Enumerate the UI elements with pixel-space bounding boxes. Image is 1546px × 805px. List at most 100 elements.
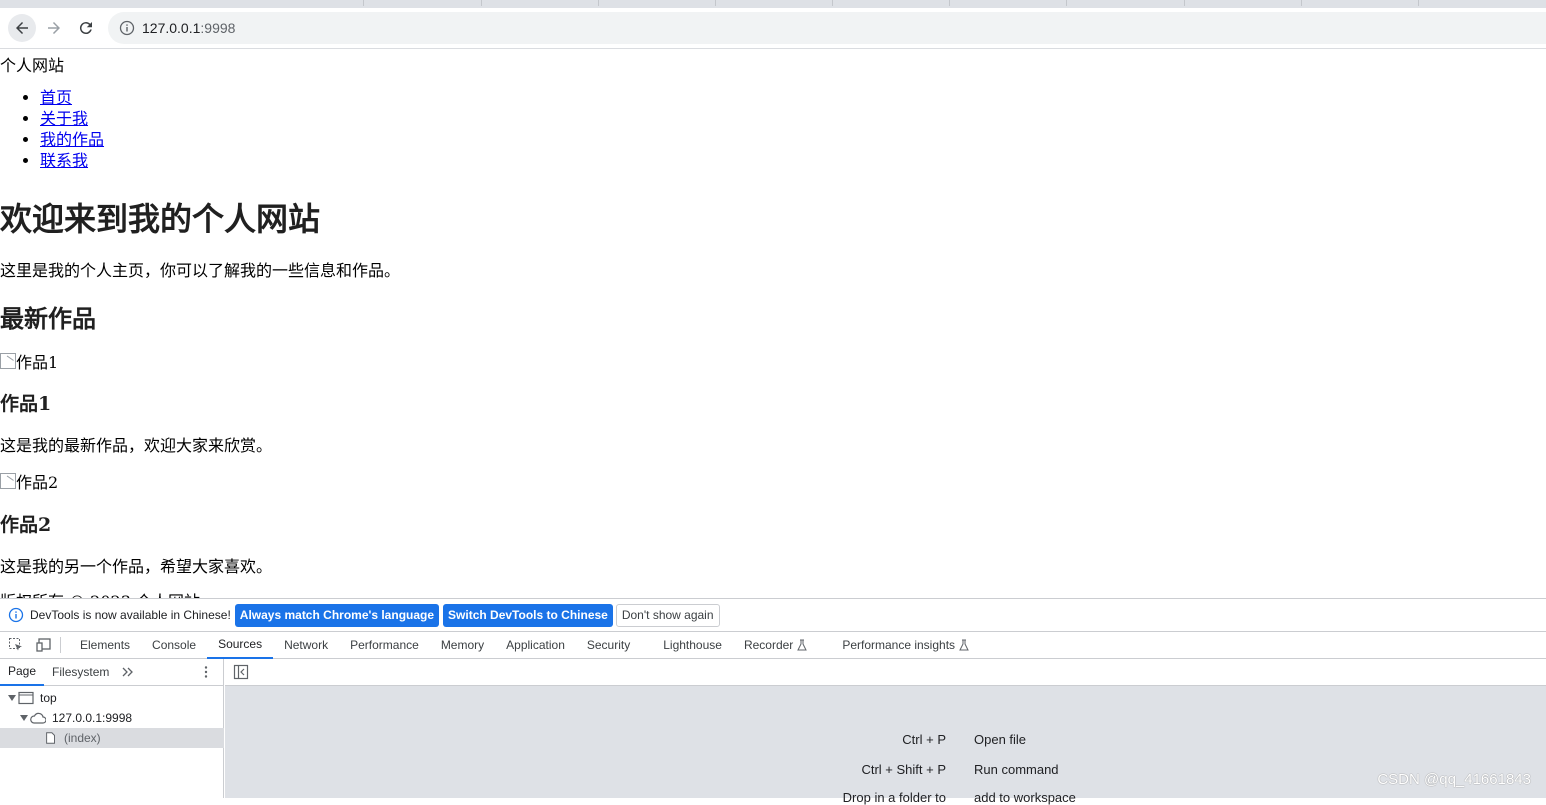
address-bar[interactable]: 127.0.0.1:9998 [108, 12, 1546, 44]
nav-link-about[interactable]: 关于我 [40, 109, 88, 128]
shortcut-key: Ctrl + P [902, 732, 946, 747]
reload-icon [79, 22, 92, 35]
tab-strip [0, 0, 1546, 8]
work-image-1: 作品1 [0, 349, 58, 373]
frame-icon [18, 691, 34, 705]
tab-recorder-label: Recorder [743, 638, 794, 652]
sources-navigator: Page Filesystem top 127.0.0.1:9998 (inde… [0, 659, 224, 798]
broken-image-icon [0, 353, 16, 369]
tab-memory[interactable]: Memory [430, 632, 495, 659]
navigator-tab-filesystem[interactable]: Filesystem [44, 659, 117, 686]
site-title: 个人网站 [0, 56, 65, 75]
site-info-icon[interactable] [119, 20, 135, 36]
tab-security[interactable]: Security [576, 632, 652, 659]
shortcut-key: Ctrl + Shift + P [861, 762, 946, 777]
tab-divider [832, 0, 833, 6]
nav-item: 联系我 [40, 150, 104, 171]
always-match-language-button[interactable]: Always match Chrome's language [234, 603, 440, 627]
nav-link-contact[interactable]: 联系我 [40, 151, 88, 170]
infobar-message: DevTools is now available in Chinese! [30, 608, 231, 622]
nav-item: 首页 [40, 87, 104, 108]
work-desc-1: 这是我的最新作品，欢迎大家来欣赏。 [0, 436, 273, 455]
url-port: :9998 [200, 20, 236, 36]
nav-item: 关于我 [40, 108, 104, 129]
tab-divider [1418, 0, 1419, 6]
tab-divider [1066, 0, 1067, 6]
watermark: CSDN @qq_41661843 [1377, 771, 1531, 788]
devtools-panel: DevTools is now available in Chinese! Al… [0, 598, 1546, 805]
work-image-alt: 作品2 [16, 473, 59, 492]
nav-link-works[interactable]: 我的作品 [40, 130, 104, 149]
section-title: 最新作品 [0, 304, 96, 333]
nav-link-home[interactable]: 首页 [40, 88, 72, 107]
tree-label: top [40, 691, 57, 705]
browser-toolbar: 127.0.0.1:9998 [0, 8, 1546, 49]
arrow-right-icon [48, 22, 60, 34]
tab-divider [598, 0, 599, 6]
tree-node-top[interactable]: top [0, 688, 224, 708]
inspect-element-icon[interactable] [8, 637, 24, 653]
toggle-navigator-icon[interactable] [233, 664, 249, 680]
experiment-flask-icon [797, 639, 808, 651]
switch-to-chinese-button[interactable]: Switch DevTools to Chinese [443, 603, 613, 627]
tab-divider [1184, 0, 1185, 6]
expand-triangle-icon[interactable] [8, 694, 16, 702]
tab-sources[interactable]: Sources [207, 632, 274, 659]
work-image-2: 作品2 [0, 469, 58, 493]
tab-performance[interactable]: Performance [339, 632, 430, 659]
experiment-flask-icon [959, 639, 969, 651]
work-image-alt: 作品1 [16, 353, 59, 372]
dont-show-again-button[interactable]: Don't show again [615, 603, 720, 627]
info-icon [8, 607, 24, 623]
tab-network[interactable]: Network [273, 632, 339, 659]
editor-toolbar [225, 659, 1546, 686]
tree-node-index[interactable]: (index) [0, 728, 224, 748]
tab-console[interactable]: Console [141, 632, 207, 659]
expand-triangle-icon[interactable] [20, 714, 28, 722]
url-text: 127.0.0.1:9998 [142, 20, 235, 36]
work-title-2: 作品2 [0, 514, 52, 536]
nav-item: 我的作品 [40, 129, 104, 150]
arrow-left-icon [16, 22, 28, 34]
shortcut-key: Drop in a folder to [842, 790, 946, 805]
page-heading: 欢迎来到我的个人网站 [0, 200, 321, 238]
tab-divider [1301, 0, 1302, 6]
tab-divider [363, 0, 364, 6]
more-options-icon[interactable] [199, 665, 213, 679]
toolbar-separator [60, 637, 61, 653]
editor-placeholder: Ctrl + P Open file Ctrl + Shift + P Run … [225, 686, 1546, 805]
devtools-language-infobar: DevTools is now available in Chinese! Al… [0, 599, 1546, 632]
device-toolbar-icon[interactable] [36, 637, 52, 653]
web-page: 个人网站 首页 关于我 我的作品 联系我 欢迎来到我的个人网站 这里是我的个人主… [0, 50, 1546, 598]
nav-list: 首页 关于我 我的作品 联系我 [40, 87, 104, 171]
intro-text: 这里是我的个人主页，你可以了解我的一些信息和作品。 [0, 261, 401, 280]
tab-divider [715, 0, 716, 6]
tab-elements[interactable]: Elements [69, 632, 141, 659]
tab-performance-insights[interactable]: Performance insights [831, 632, 980, 659]
shortcut-action: Open file [974, 732, 1027, 747]
tree-node-origin[interactable]: 127.0.0.1:9998 [0, 708, 224, 728]
tab-lighthouse[interactable]: Lighthouse [652, 632, 733, 659]
footer-text: 版权所有 © 2023 个人网站 [0, 588, 200, 598]
tree-label: (index) [64, 731, 101, 745]
tab-divider [949, 0, 950, 6]
url-host: 127.0.0.1 [142, 20, 201, 36]
work-desc-2: 这是我的另一个作品，希望大家喜欢。 [0, 557, 273, 576]
back-button[interactable] [8, 14, 36, 42]
cloud-icon [30, 712, 46, 724]
devtools-tab-bar: Elements Console Sources Network Perform… [0, 632, 1546, 659]
tab-performance-insights-label: Performance insights [842, 638, 956, 652]
shortcut-action: add to workspace [974, 790, 1076, 805]
navigator-tab-page[interactable]: Page [0, 659, 45, 686]
forward-button[interactable] [40, 14, 68, 42]
navigator-tab-bar: Page Filesystem [0, 659, 223, 686]
shortcut-action: Run command [974, 762, 1059, 777]
tab-application[interactable]: Application [495, 632, 576, 659]
broken-image-icon [0, 473, 16, 489]
tab-recorder[interactable]: Recorder [733, 632, 831, 659]
tree-label: 127.0.0.1:9998 [52, 711, 133, 725]
more-tabs-chevron-icon[interactable] [121, 665, 135, 679]
work-title-1: 作品1 [0, 393, 52, 415]
tab-divider [481, 0, 482, 6]
reload-button[interactable] [72, 14, 100, 42]
